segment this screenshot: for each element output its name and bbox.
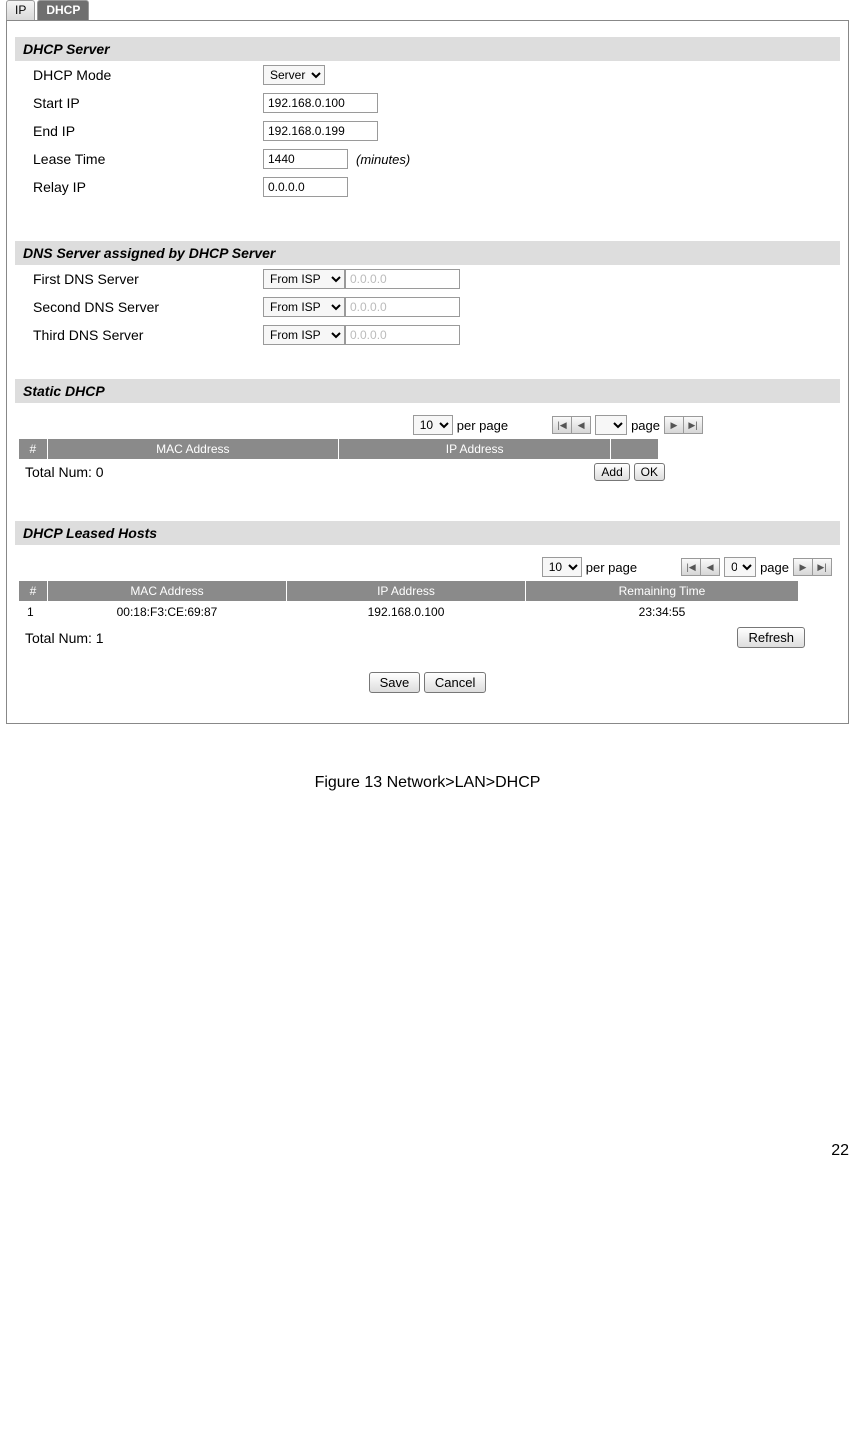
leased-row1-ip: 192.168.0.100: [287, 601, 526, 623]
end-ip-label: End IP: [33, 123, 263, 139]
static-page-select[interactable]: [595, 415, 627, 435]
start-ip-input[interactable]: [263, 93, 378, 113]
dns1-ip-input: [345, 269, 460, 289]
pager-next-icon[interactable]: ▶: [793, 558, 813, 576]
relay-ip-label: Relay IP: [33, 179, 263, 195]
dhcp-mode-select[interactable]: Server: [263, 65, 325, 85]
figure-caption: Figure 13 Network>LAN>DHCP: [6, 774, 849, 792]
leased-page-label: page: [760, 560, 789, 575]
section-title-static: Static DHCP: [15, 379, 840, 403]
page-number: 22: [6, 792, 849, 1170]
lease-time-unit: (minutes): [356, 152, 410, 167]
dns3-mode-select[interactable]: From ISP: [263, 325, 345, 345]
leased-table: # MAC Address IP Address Remaining Time …: [19, 581, 799, 623]
start-ip-label: Start IP: [33, 95, 263, 111]
ok-button[interactable]: OK: [634, 463, 665, 481]
leased-row1-mac: 00:18:F3:CE:69:87: [48, 601, 287, 623]
static-col-mac: MAC Address: [47, 439, 339, 459]
end-ip-input[interactable]: [263, 121, 378, 141]
leased-row1-num: 1: [19, 601, 48, 623]
static-col-blank: [611, 439, 659, 459]
save-button[interactable]: Save: [369, 672, 421, 693]
leased-col-mac: MAC Address: [48, 581, 287, 601]
tab-dhcp[interactable]: DHCP: [37, 0, 89, 20]
dns3-ip-input: [345, 325, 460, 345]
pager-prev-icon[interactable]: ◀: [572, 416, 591, 434]
pager-last-icon[interactable]: ▶|: [684, 416, 703, 434]
lease-time-input[interactable]: [263, 149, 348, 169]
static-total: Total Num: 0: [25, 464, 104, 480]
table-row: 1 00:18:F3:CE:69:87 192.168.0.100 23:34:…: [19, 601, 799, 623]
config-panel: DHCP Server DHCP Mode Server Start IP En…: [6, 20, 849, 724]
leased-per-page-select[interactable]: 10: [542, 557, 582, 577]
static-table: # MAC Address IP Address: [19, 439, 659, 459]
section-title-leased: DHCP Leased Hosts: [15, 521, 840, 545]
leased-per-page-label: per page: [586, 560, 637, 575]
dns3-label: Third DNS Server: [33, 327, 263, 343]
dhcp-mode-label: DHCP Mode: [33, 67, 263, 83]
pager-first-icon[interactable]: |◀: [552, 416, 572, 434]
section-title-dns: DNS Server assigned by DHCP Server: [15, 241, 840, 265]
relay-ip-input[interactable]: [263, 177, 348, 197]
leased-row1-remain: 23:34:55: [526, 601, 799, 623]
dns2-ip-input: [345, 297, 460, 317]
lease-time-label: Lease Time: [33, 151, 263, 167]
static-col-ip: IP Address: [339, 439, 611, 459]
dns1-mode-select[interactable]: From ISP: [263, 269, 345, 289]
pager-last-icon[interactable]: ▶|: [813, 558, 832, 576]
tab-ip[interactable]: IP: [6, 0, 35, 20]
dns2-label: Second DNS Server: [33, 299, 263, 315]
add-button[interactable]: Add: [594, 463, 629, 481]
dns1-label: First DNS Server: [33, 271, 263, 287]
refresh-button[interactable]: Refresh: [737, 627, 805, 648]
static-page-label: page: [631, 418, 660, 433]
section-title-dhcp-server: DHCP Server: [15, 37, 840, 61]
pager-next-icon[interactable]: ▶: [664, 416, 684, 434]
leased-page-select[interactable]: 0: [724, 557, 756, 577]
static-col-num: #: [19, 439, 47, 459]
dns2-mode-select[interactable]: From ISP: [263, 297, 345, 317]
cancel-button[interactable]: Cancel: [424, 672, 486, 693]
static-per-page-label: per page: [457, 418, 508, 433]
leased-total: Total Num: 1: [25, 630, 104, 646]
leased-col-ip: IP Address: [287, 581, 526, 601]
tabs: IP DHCP: [6, 0, 849, 20]
leased-col-num: #: [19, 581, 48, 601]
pager-first-icon[interactable]: |◀: [681, 558, 701, 576]
static-per-page-select[interactable]: 10: [413, 415, 453, 435]
pager-prev-icon[interactable]: ◀: [701, 558, 720, 576]
leased-col-remain: Remaining Time: [526, 581, 799, 601]
